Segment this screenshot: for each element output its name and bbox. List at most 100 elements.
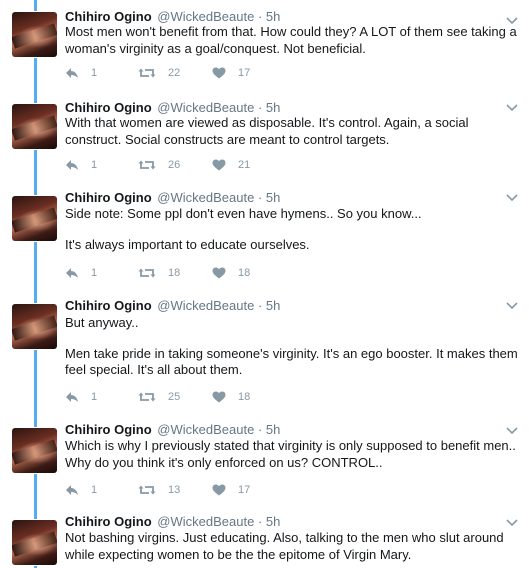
tweet[interactable]: Chihiro Ogino @WickedBeaute · 5h But any…: [0, 292, 529, 416]
thread-line: [34, 92, 37, 103]
tweet-paragraph: Which is why I previously stated that vi…: [65, 438, 516, 470]
tweet-paragraph: Men take pride in taking someone's virgi…: [65, 345, 518, 378]
retweet-icon: [138, 68, 156, 78]
like-button[interactable]: 18: [212, 389, 250, 405]
author-name[interactable]: Chihiro Ogino: [65, 422, 152, 437]
tweet-thread: Chihiro Ogino @WickedBeaute · 5h Most me…: [0, 0, 529, 568]
tweet[interactable]: Chihiro Ogino @WickedBeaute · 5h Which i…: [0, 416, 529, 508]
like-button[interactable]: 17: [212, 482, 250, 498]
separator: ·: [257, 100, 263, 115]
separator: ·: [257, 422, 263, 437]
like-button[interactable]: 18: [212, 265, 250, 281]
like-button[interactable]: 21: [212, 157, 250, 173]
author-handle[interactable]: @WickedBeaute: [157, 514, 254, 529]
chevron-down-icon[interactable]: [505, 298, 519, 312]
reply-count: 1: [91, 391, 98, 403]
heart-icon: [212, 159, 226, 171]
thread-line: [34, 508, 37, 519]
retweet-button[interactable]: 22: [138, 65, 180, 81]
tweet-header: Chihiro Ogino @WickedBeaute · 5h: [65, 297, 280, 315]
retweet-count: 26: [168, 159, 181, 171]
retweet-count: 18: [168, 267, 181, 279]
retweet-icon: [138, 485, 156, 495]
like-count: 18: [238, 391, 251, 403]
reply-icon: [66, 160, 78, 170]
chevron-down-icon[interactable]: [505, 423, 519, 437]
thread-line: [34, 474, 37, 508]
reply-count: 1: [91, 67, 98, 79]
avatar[interactable]: [12, 520, 57, 565]
timestamp[interactable]: 5h: [266, 514, 280, 529]
tweet[interactable]: Chihiro Ogino @WickedBeaute · 5h Most me…: [0, 0, 529, 92]
tweet-paragraph: It's always important to educate ourselv…: [65, 236, 310, 252]
separator: ·: [257, 190, 263, 205]
separator: ·: [257, 298, 263, 313]
chevron-down-icon[interactable]: [505, 190, 519, 204]
reply-icon: [66, 392, 78, 402]
author-handle[interactable]: @WickedBeaute: [157, 298, 254, 313]
like-count: 18: [238, 267, 251, 279]
author-name[interactable]: Chihiro Ogino: [65, 298, 152, 313]
author-handle[interactable]: @WickedBeaute: [157, 190, 254, 205]
retweet-button[interactable]: 13: [138, 482, 180, 498]
reply-icon: [66, 68, 78, 78]
tweet-paragraph: With that women are viewed as disposable…: [65, 115, 469, 147]
tweet-text: Not bashing virgins. Just educating. Als…: [65, 530, 520, 563]
reply-count: 1: [91, 484, 98, 496]
tweet[interactable]: Chihiro Ogino @WickedBeaute · 5h With th…: [0, 92, 529, 184]
avatar[interactable]: [12, 104, 57, 149]
reply-icon: [66, 485, 78, 495]
timestamp[interactable]: 5h: [266, 422, 280, 437]
retweet-icon: [138, 160, 156, 170]
author-handle[interactable]: @WickedBeaute: [157, 422, 254, 437]
reply-button[interactable]: 1: [65, 389, 97, 405]
avatar[interactable]: [12, 428, 57, 473]
author-name[interactable]: Chihiro Ogino: [65, 190, 152, 205]
tweet[interactable]: Chihiro Ogino @WickedBeaute · 5h Side no…: [0, 184, 529, 292]
retweet-count: 25: [168, 391, 181, 403]
tweet-header: Chihiro Ogino @WickedBeaute · 5h: [65, 421, 280, 439]
author-handle[interactable]: @WickedBeaute: [157, 9, 254, 24]
retweet-button[interactable]: 18: [138, 265, 180, 281]
retweet-button[interactable]: 25: [138, 389, 180, 405]
thread-line: [34, 350, 37, 416]
reply-icon: [66, 268, 78, 278]
like-count: 17: [238, 67, 251, 79]
reply-button[interactable]: 1: [65, 265, 97, 281]
tweet-paragraph: Not bashing virgins. Just educating. Als…: [65, 530, 504, 562]
thread-line: [34, 292, 37, 303]
thread-line: [34, 184, 37, 195]
separator: ·: [257, 9, 263, 24]
avatar[interactable]: [12, 304, 57, 349]
tweet-text: Which is why I previously stated that vi…: [65, 438, 520, 471]
tweet-text: With that women are viewed as disposable…: [65, 115, 520, 148]
author-handle[interactable]: @WickedBeaute: [157, 100, 254, 115]
avatar[interactable]: [12, 12, 57, 57]
retweet-icon: [138, 392, 156, 402]
like-button[interactable]: 17: [212, 65, 250, 81]
avatar[interactable]: [12, 196, 57, 241]
thread-line: [34, 0, 37, 11]
timestamp[interactable]: 5h: [266, 190, 280, 205]
retweet-count: 22: [168, 67, 181, 79]
reply-count: 1: [91, 159, 98, 171]
tweet-paragraph: Most men won't benefit from that. How co…: [65, 24, 517, 56]
tweet-text: Side note: Some ppl don't even have hyme…: [65, 206, 520, 253]
tweet-header: Chihiro Ogino @WickedBeaute · 5h: [65, 189, 280, 207]
reply-button[interactable]: 1: [65, 65, 97, 81]
tweet[interactable]: Chihiro Ogino @WickedBeaute · 5h Not bas…: [0, 508, 529, 568]
reply-button[interactable]: 1: [65, 482, 97, 498]
author-name[interactable]: Chihiro Ogino: [65, 514, 152, 529]
reply-button[interactable]: 1: [65, 157, 97, 173]
author-name[interactable]: Chihiro Ogino: [65, 100, 152, 115]
retweet-button[interactable]: 26: [138, 157, 180, 173]
chevron-down-icon[interactable]: [505, 515, 519, 529]
like-count: 17: [238, 484, 251, 496]
heart-icon: [212, 484, 226, 496]
timestamp[interactable]: 5h: [266, 9, 280, 24]
chevron-down-icon[interactable]: [505, 100, 519, 114]
thread-line: [34, 150, 37, 184]
timestamp[interactable]: 5h: [266, 298, 280, 313]
timestamp[interactable]: 5h: [266, 100, 280, 115]
author-name[interactable]: Chihiro Ogino: [65, 9, 152, 24]
